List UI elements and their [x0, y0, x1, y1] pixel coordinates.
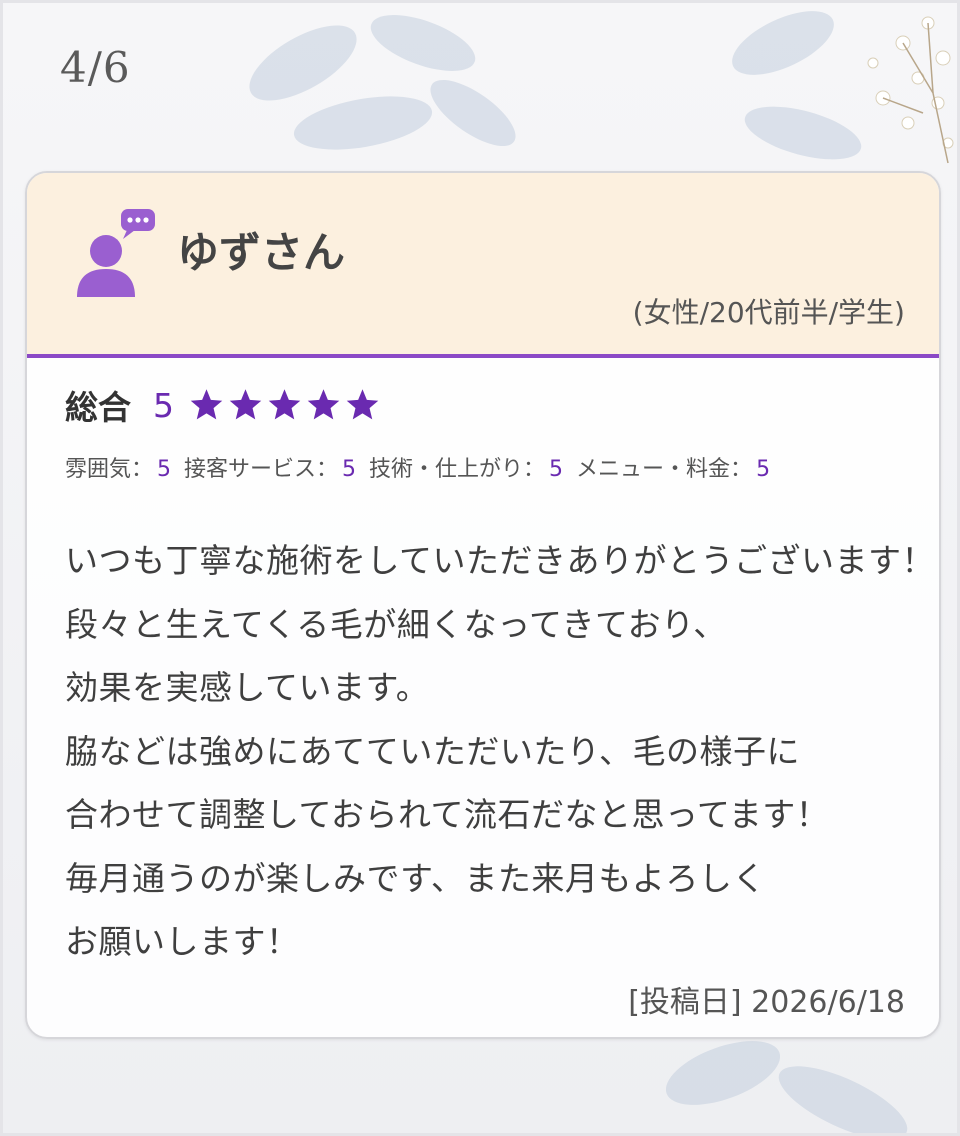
star-icon: [346, 389, 379, 420]
star-icon: [268, 389, 301, 420]
sub-rating-label: 雰囲気：: [65, 457, 154, 482]
review-card: ゆずさん (女性/20代前半/学生) 総合 5 雰囲気： 5 接客サービス： 5 技…: [25, 171, 941, 1039]
overall-rating: 総合 5: [65, 383, 383, 427]
user-speech-bubble-icon: [77, 209, 155, 297]
reviewer-attributes: (女性/20代前半/学生): [632, 296, 905, 329]
sub-rating-value: 5: [157, 457, 172, 482]
comment-line: 脇などは強めにあてていただいたり、毛の様子に: [65, 731, 801, 771]
star-icon: [229, 389, 262, 420]
comment-line: 効果を実感しています。: [65, 668, 430, 707]
review-slide: 4/6 ゆずさん (女性/20代前半/学生) 総合 5 雰囲気： 5 接客サービス…: [0, 0, 960, 1136]
comment-line: お願いします！: [65, 922, 300, 961]
sub-rating-label: メニュー・料金：: [576, 457, 753, 482]
sub-rating-value: 5: [756, 457, 771, 482]
reviewer-name: ゆずさん: [177, 228, 346, 277]
sub-rating-label: 技術・仕上がり：: [369, 457, 546, 482]
sub-rating-label: 接客サービス：: [184, 457, 339, 482]
review-header: ゆずさん (女性/20代前半/学生): [27, 173, 939, 358]
sub-rating-value: 5: [549, 457, 564, 482]
sub-rating-value: 5: [342, 457, 357, 482]
slide-counter: 4/6: [60, 43, 131, 92]
comment-line: 合わせて調整しておられて流石だなと思ってます！: [65, 795, 830, 834]
star-icon: [307, 389, 340, 420]
sub-ratings: 雰囲気： 5 接客サービス： 5 技術・仕上がり： 5 メニュー・料金： 5: [65, 451, 776, 483]
overall-label: 総合: [65, 388, 131, 427]
star-icon: [190, 389, 223, 420]
comment-line: 段々と生えてくる毛が細くなってきており、: [65, 604, 727, 644]
review-comment: いつも丁寧な施術をしていただきありがとうございます！ 段々と生えてくる毛が細くな…: [65, 529, 936, 974]
overall-score: 5: [153, 385, 174, 425]
comment-line: いつも丁寧な施術をしていただきありがとうございます！: [65, 541, 936, 580]
comment-line: 毎月通うのが楽しみです、また来月もよろしく: [65, 858, 766, 898]
star-rating: [188, 387, 383, 423]
posted-date: [投稿日] 2026/6/18: [628, 985, 905, 1020]
